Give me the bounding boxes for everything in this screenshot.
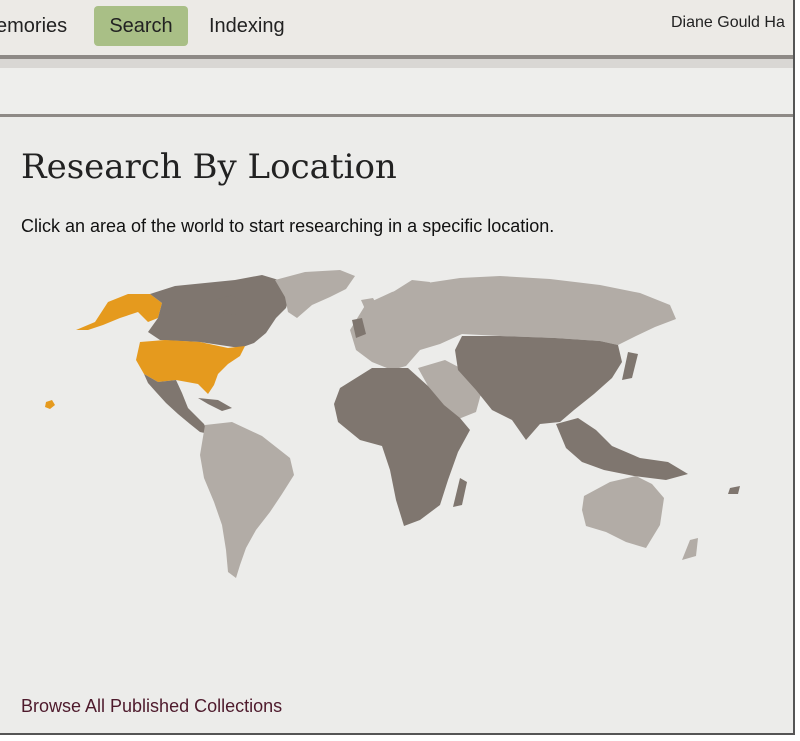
region-south-america[interactable]	[200, 422, 294, 578]
nav-memories[interactable]: emories	[0, 6, 67, 46]
page-frame: emories Search Indexing Diane Gould Ha R…	[0, 0, 795, 735]
sub-navigation-bar	[0, 68, 793, 114]
region-madagascar[interactable]	[453, 478, 467, 507]
sub-navigation-divider	[0, 114, 793, 117]
page-instructions: Click an area of the world to start rese…	[21, 216, 555, 236]
region-southeast-asia[interactable]	[556, 418, 688, 480]
region-hawaii[interactable]	[45, 400, 55, 409]
region-greenland[interactable]	[275, 270, 355, 318]
top-navigation: emories Search Indexing Diane Gould Ha	[0, 0, 793, 55]
user-name-link[interactable]: Diane Gould Ha	[671, 14, 793, 32]
nav-search[interactable]: Search	[94, 6, 188, 46]
region-japan[interactable]	[622, 352, 638, 380]
browse-all-collections-link[interactable]: Browse All Published Collections	[21, 696, 282, 717]
page-title: Research By Location	[21, 147, 397, 187]
region-new-zealand[interactable]	[682, 538, 698, 560]
region-canada[interactable]	[148, 275, 290, 348]
region-pacific-islands[interactable]	[728, 486, 740, 494]
region-australia[interactable]	[582, 476, 664, 548]
region-caribbean[interactable]	[198, 398, 232, 411]
nav-indexing[interactable]: Indexing	[209, 6, 285, 46]
region-asia[interactable]	[455, 336, 622, 440]
region-alaska[interactable]	[76, 294, 162, 330]
nav-divider-shade	[0, 59, 793, 68]
world-map	[45, 270, 740, 578]
